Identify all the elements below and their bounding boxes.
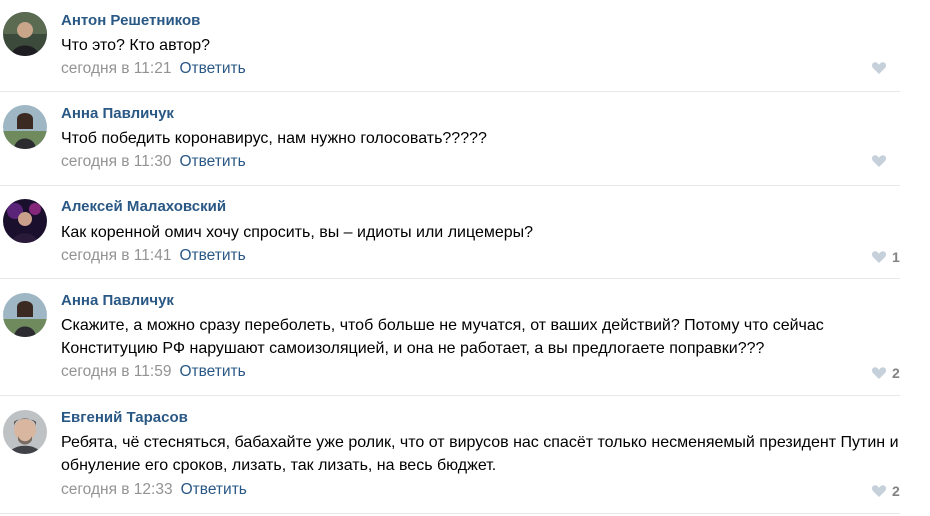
comment-meta: сегодня в 12:33 Ответить [61,481,247,499]
heart-icon [872,251,886,263]
reply-button[interactable]: Ответить [179,363,245,380]
comment: Анна Павличук Чтоб победить коронавирус,… [0,92,900,186]
comment: Антон Решетников Что это? Кто автор? сег… [0,0,900,92]
heart-icon [872,485,886,497]
like-button[interactable]: 2 [872,365,900,381]
comment-date[interactable]: сегодня в 11:59 [61,363,171,380]
avatar-image [3,293,47,337]
comment-meta: сегодня в 11:41 Ответить [61,247,246,265]
like-button[interactable]: 2 [872,483,900,499]
avatar[interactable] [3,12,47,56]
comment: Анна Павличук Скажите, а можно сразу пер… [0,279,900,396]
avatar[interactable] [3,293,47,337]
reply-button[interactable]: Ответить [179,60,245,77]
avatar-image [3,410,47,454]
like-count: 1 [892,249,900,265]
avatar[interactable] [3,199,47,243]
comment-meta: сегодня в 11:30 Ответить [61,153,246,171]
like-count: 2 [892,483,900,499]
comment-date[interactable]: сегодня в 11:30 [61,153,171,170]
comment-author[interactable]: Алексей Малаховский [61,198,226,215]
like-button[interactable]: 1 [872,249,900,265]
comment-text: Как коренной омич хочу спросить, вы – ид… [61,224,534,241]
avatar-image [3,12,47,56]
comment-text: Что это? Кто автор? [61,37,211,54]
comment-meta: сегодня в 11:21 Ответить [61,60,246,78]
avatar[interactable] [3,105,47,149]
comment-text: Скажите, а можно сразу переболеть, чтоб … [61,317,824,357]
comment-author[interactable]: Анна Павличук [61,292,174,309]
comment: Евгений Тарасов Ребята, чё стесняться, б… [0,396,900,514]
comment-date[interactable]: сегодня в 11:41 [61,247,171,264]
avatar[interactable] [3,410,47,454]
heart-icon [872,155,886,167]
like-count: 2 [892,365,900,381]
comment-author[interactable]: Антон Решетников [61,12,200,29]
heart-icon [872,367,886,379]
reply-button[interactable]: Ответить [179,153,245,170]
comment-date[interactable]: сегодня в 11:21 [61,60,171,77]
comment-author[interactable]: Евгений Тарасов [61,409,188,426]
like-button[interactable] [872,155,900,167]
heart-icon [872,62,886,74]
comment-text: Чтоб победить коронавирус, нам нужно гол… [61,130,487,147]
reply-button[interactable]: Ответить [179,247,245,264]
comment-text: Ребята, чё стесняться, бабахайте уже рол… [61,434,899,474]
comment-meta: сегодня в 11:59 Ответить [61,363,246,381]
avatar-image [3,199,47,243]
reply-button[interactable]: Ответить [181,481,247,498]
comment: Алексей Малаховский Как коренной омич хо… [0,186,900,279]
comment-date[interactable]: сегодня в 12:33 [61,481,173,498]
avatar-image [3,105,47,149]
comments-list: Антон Решетников Что это? Кто автор? сег… [0,0,930,514]
like-button[interactable] [872,62,900,74]
comment-author[interactable]: Анна Павличук [61,105,174,122]
